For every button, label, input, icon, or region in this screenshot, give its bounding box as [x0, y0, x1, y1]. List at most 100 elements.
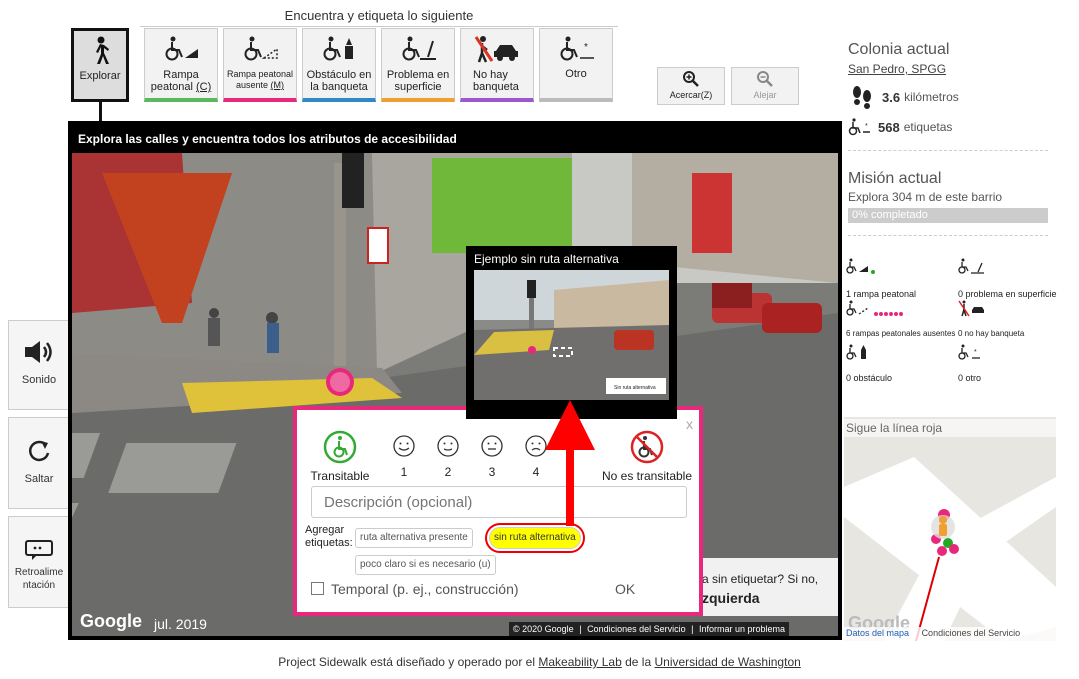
capture-date: jul. 2019: [154, 616, 207, 632]
count-curb-ramp-icon: [846, 258, 875, 274]
explore-button[interactable]: Explorar: [71, 28, 129, 122]
neighborhood-header: Colonia actual: [848, 41, 950, 58]
instruction-behind: a sin etiquetar? Si no, zquierda: [692, 558, 838, 616]
not-passable-option[interactable]: No es transitable: [597, 430, 697, 483]
mission-progress-bar: 0% completado: [848, 208, 1048, 223]
mini-map-canvas[interactable]: [844, 417, 1056, 641]
count-no-sidewalk-text: 0 no hay banqueta: [958, 329, 1025, 338]
feedback-button[interactable]: Retroalime ntación: [8, 516, 70, 608]
zoom-in-label: Acercar(Z): [669, 90, 713, 100]
count-missing-curb-ramp-text: 6 rampas peatonales ausentes: [846, 329, 956, 338]
count-obstacle-text: 0 obstáculo: [846, 373, 893, 383]
footer-lab-link[interactable]: Makeability Lab: [538, 655, 621, 669]
neighborhood-link[interactable]: San Pedro, SPGG: [848, 62, 1058, 76]
description-input[interactable]: [311, 486, 687, 518]
tool-curb-ramp-label: Rampa peatonal: [150, 69, 199, 93]
count-other: * 0 otro: [958, 344, 1068, 383]
tool-surface-problem-label: Problema en superficie: [386, 69, 450, 93]
tag-alternate-route-present[interactable]: ruta alternativa presente: [355, 528, 473, 548]
tool-obstacle[interactable]: Obstáculo en la banqueta: [302, 28, 376, 102]
footprints-icon: [853, 86, 871, 109]
google-logo: Google: [80, 611, 142, 631]
refresh-icon: [9, 418, 69, 467]
example-caption: Sin ruta alternativa: [614, 385, 656, 391]
tool-no-sidewalk[interactable]: No hay banqueta: [460, 28, 534, 102]
mission-progress-text: 0% completado: [852, 209, 928, 221]
toolbar-caption: Encuentra y etiqueta lo siguiente: [140, 8, 618, 27]
labels-row: * 568 etiquetas: [848, 118, 1058, 136]
passable-option[interactable]: Transitable: [305, 430, 375, 483]
count-other-icon: *: [958, 344, 980, 360]
mission-panel: Misión actual Explora 304 m de este barr…: [848, 170, 1058, 236]
passable-label: Transitable: [310, 469, 370, 483]
not-passable-icon: [630, 430, 664, 464]
tag-no-alternate-route[interactable]: sin ruta alternativa: [485, 523, 585, 553]
tool-curb-ramp[interactable]: Rampa peatonal (C): [144, 28, 218, 102]
mission-text: Explora 304 m de este barrio: [848, 190, 1003, 204]
other-icon: *: [540, 29, 612, 69]
distance-value: 3.6: [882, 89, 901, 105]
severity-dialog: x Transitable 1 2 3 4 5 No es transitabl…: [293, 406, 703, 616]
tool-curb-ramp-hotkey: (C): [196, 81, 212, 93]
tool-missing-curb-ramp[interactable]: Rampa peatonal ausente (M): [223, 28, 297, 102]
add-tags-label: Agregar etiquetas:: [305, 524, 353, 549]
zoom-out-button[interactable]: Alejar: [731, 67, 799, 105]
street-view-credits: © 2020 Google | Condiciones del Servicio…: [509, 622, 790, 636]
sound-label: Sonido: [21, 374, 57, 386]
distance-unit: kilómetros: [904, 90, 959, 104]
terms-link[interactable]: Condiciones del Servicio: [587, 624, 686, 634]
no-sidewalk-icon: [461, 29, 533, 69]
labels-value: 568: [878, 119, 900, 135]
skip-button[interactable]: Saltar: [8, 417, 70, 509]
mini-map-hint: Sigue la línea roja: [844, 419, 1056, 437]
footer-text-2: de la: [625, 655, 652, 669]
count-no-sidewalk-icon: [958, 300, 984, 317]
map-terms-link[interactable]: Condiciones del Servicio: [922, 628, 1021, 638]
ok-button[interactable]: OK: [615, 581, 635, 597]
neighborhood-panel: Colonia actual San Pedro, SPGG 3.6 kilóm…: [848, 41, 1058, 151]
svg-text:*: *: [584, 42, 588, 53]
map-data-link[interactable]: Datos del mapa: [846, 628, 909, 638]
count-missing-curb-ramp-icon: [846, 300, 903, 316]
instruction-behind-bold: zquierda: [702, 590, 760, 606]
street-view-title: Explora las calles y encuentra todos los…: [72, 125, 838, 153]
not-passable-label: No es transitable: [601, 469, 693, 483]
tool-missing-curb-ramp-hotkey: (M): [270, 80, 285, 90]
passable-icon: [323, 430, 357, 464]
instruction-behind-text: a sin etiquetar? Si no,: [702, 572, 819, 586]
tool-obstacle-label: Obstáculo en la banqueta: [306, 69, 372, 93]
example-image: Sin ruta alternativa: [474, 270, 669, 400]
rating-3-label: 3: [488, 465, 496, 479]
count-surface-problem-text: 0 problema en superficie: [958, 289, 1057, 299]
footer-university-link[interactable]: Universidad de Washington: [654, 655, 800, 669]
svg-text:*: *: [865, 123, 868, 130]
sound-button[interactable]: Sonido: [8, 320, 70, 410]
footer-text-1: Project Sidewalk está diseñado y operado…: [278, 655, 536, 669]
slight-smile-face-icon: [437, 435, 459, 457]
speaker-icon: [9, 321, 69, 368]
tool-other[interactable]: * Otro: [539, 28, 613, 102]
feedback-label: Retroalime ntación: [14, 567, 64, 591]
zoom-out-icon: [757, 71, 773, 87]
svg-text:*: *: [974, 349, 977, 356]
label-counts: 1 rampa peatonal 0 problema en superfici…: [846, 258, 1066, 388]
red-arrow-annotation: [545, 400, 595, 526]
footer: Project Sidewalk está diseñado y operado…: [0, 655, 1079, 669]
mini-map[interactable]: Sigue la línea roja Google Datos del map…: [844, 417, 1056, 641]
count-no-sidewalk: 0 no hay banqueta: [958, 300, 1068, 338]
obstacle-icon: [303, 29, 375, 69]
missing-curb-ramp-icon: [224, 29, 296, 69]
rating-2[interactable]: 2: [431, 434, 465, 479]
rating-1[interactable]: 1: [387, 434, 421, 479]
copyright-text: © 2020 Google: [513, 624, 574, 634]
rating-3[interactable]: 3: [475, 434, 509, 479]
tool-surface-problem[interactable]: Problema en superficie: [381, 28, 455, 102]
zoom-in-button[interactable]: Acercar(Z): [657, 67, 725, 105]
temporary-checkbox[interactable]: [311, 582, 324, 595]
distance-row: 3.6 kilómetros: [848, 84, 1058, 110]
temporary-label: Temporal (p. ej., construcción): [331, 581, 519, 597]
example-title: Ejemplo sin ruta alternativa: [474, 252, 619, 266]
walking-person-icon: [74, 31, 126, 71]
tag-unclear-if-needed[interactable]: poco claro si es necesario (u): [355, 555, 496, 575]
report-link[interactable]: Informar un problema: [699, 624, 785, 634]
